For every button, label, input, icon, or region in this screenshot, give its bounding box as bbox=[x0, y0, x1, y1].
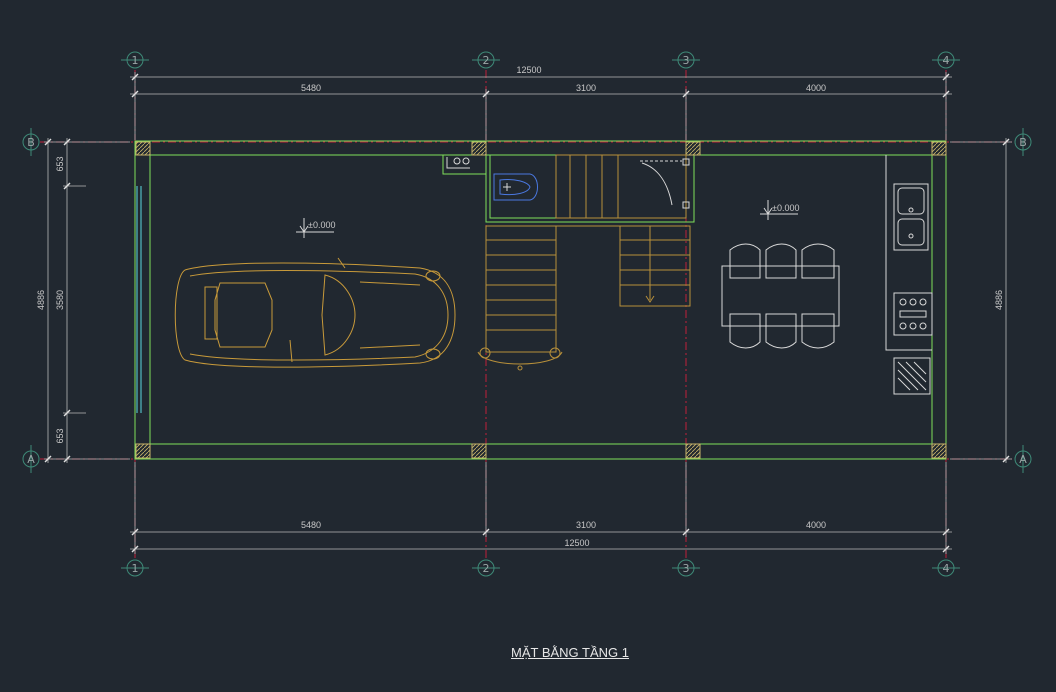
kitchen-counter bbox=[885, 155, 933, 395]
axis-markers bbox=[22, 51, 1032, 577]
axis-label-3-top: 3 bbox=[683, 54, 690, 67]
dim-bottom-seg-1: 5480 bbox=[301, 520, 321, 530]
dim-left-total: 4886 bbox=[36, 290, 46, 310]
dim-left-seg-2: 3580 bbox=[55, 290, 65, 310]
door bbox=[640, 158, 690, 209]
dining-set bbox=[721, 243, 840, 349]
dimension-lines bbox=[44, 72, 1012, 554]
car bbox=[174, 257, 456, 368]
dim-top-seg-1: 5480 bbox=[301, 83, 321, 93]
dim-top-seg-2: 3100 bbox=[576, 83, 596, 93]
level-label-garage: ±0.000 bbox=[308, 220, 335, 230]
floor-plan-drawing: 12500 5480 3100 4000 5480 3100 4000 1250… bbox=[22, 51, 1032, 577]
axis-label-a-left: A bbox=[27, 453, 35, 466]
washbasin bbox=[446, 157, 470, 169]
level-label-dining: ±0.000 bbox=[772, 203, 799, 213]
dim-top-total: 12500 bbox=[516, 65, 541, 75]
axis-label-3-bottom: 3 bbox=[683, 562, 690, 575]
dim-bottom-seg-2: 3100 bbox=[576, 520, 596, 530]
axis-label-1-top: 1 bbox=[132, 54, 139, 67]
axis-label-1-bottom: 1 bbox=[132, 562, 139, 575]
axis-label-2-top: 2 bbox=[483, 54, 490, 67]
axis-label-4-bottom: 4 bbox=[943, 562, 950, 575]
axis-label-b-left: B bbox=[27, 136, 35, 149]
dim-bottom-seg-3: 4000 bbox=[806, 520, 826, 530]
window bbox=[136, 186, 151, 413]
dimension-ticks bbox=[44, 73, 1010, 553]
axis-label-a-right: A bbox=[1019, 453, 1027, 466]
dim-left-seg-3: 653 bbox=[55, 428, 65, 443]
dim-top-seg-3: 4000 bbox=[806, 83, 826, 93]
toilet bbox=[493, 173, 538, 201]
axis-label-2-bottom: 2 bbox=[483, 562, 490, 575]
dim-left-seg-1: 653 bbox=[55, 156, 65, 171]
dim-bottom-total: 12500 bbox=[564, 538, 589, 548]
dim-right-total: 4886 bbox=[994, 290, 1004, 310]
plan-title: MẶT BẰNG TẦNG 1 bbox=[511, 645, 629, 660]
axis-label-4-top: 4 bbox=[943, 54, 950, 67]
axis-label-b-right: B bbox=[1019, 136, 1027, 149]
